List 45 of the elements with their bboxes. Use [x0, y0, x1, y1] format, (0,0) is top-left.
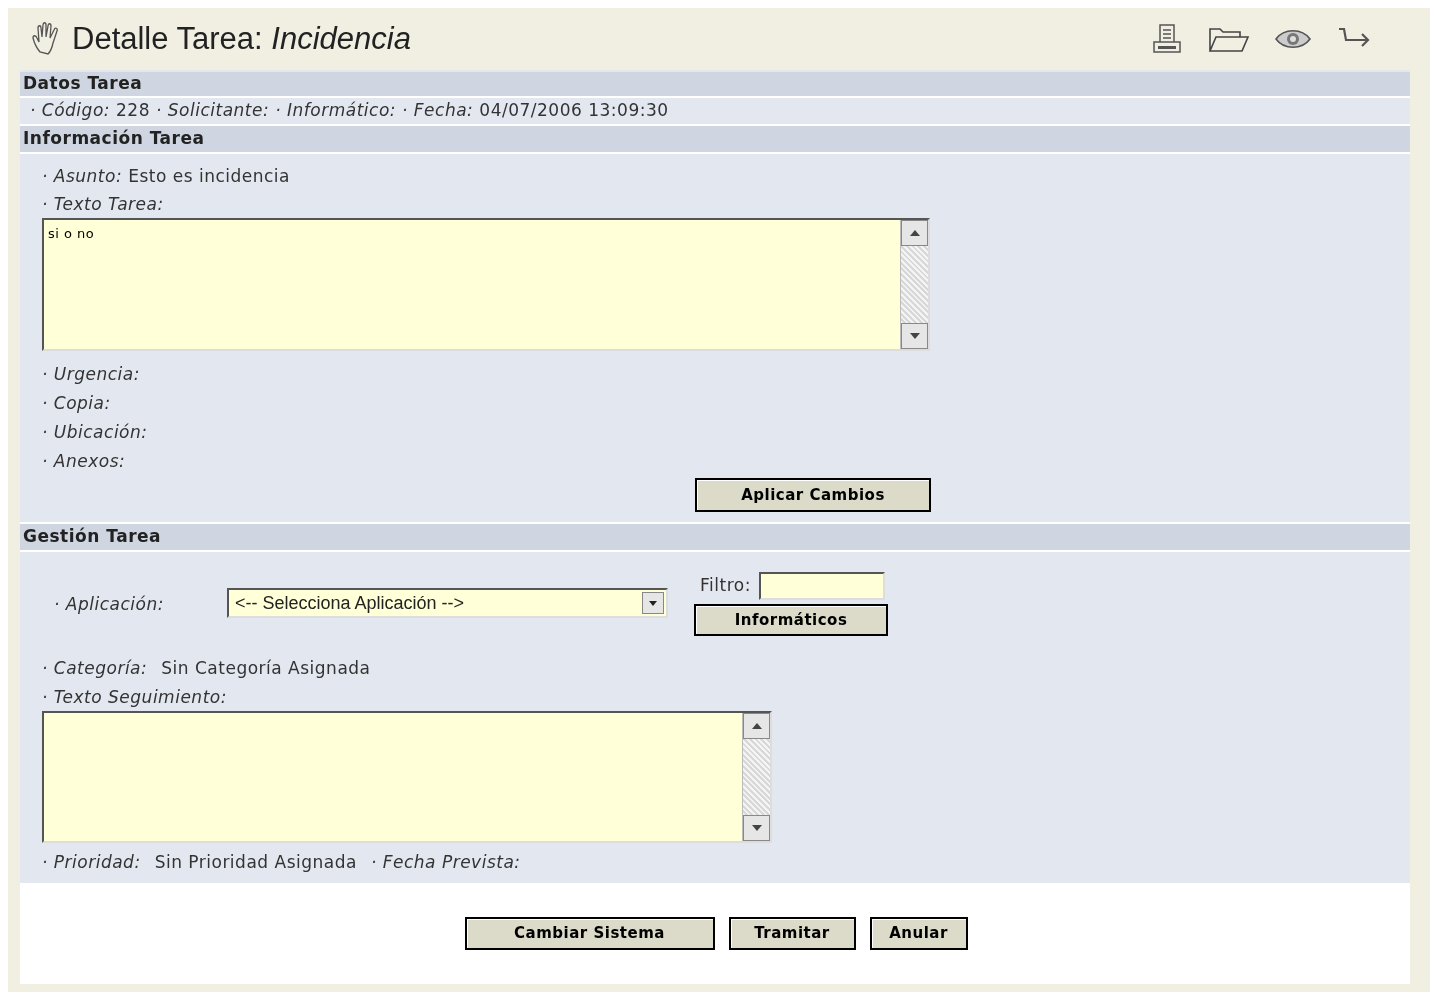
text-area[interactable]: si o no: [42, 218, 930, 351]
action-button[interactable]: Cambiar Sistema: [464, 917, 715, 950]
dropdown-icon[interactable]: [642, 592, 664, 614]
field-label: · Código:: [30, 99, 110, 123]
field-value: 228: [116, 99, 150, 123]
field-label: · Aplicación:: [54, 594, 164, 614]
scrollbar[interactable]: [900, 220, 928, 349]
eye-icon[interactable]: [1274, 27, 1312, 51]
filter-field[interactable]: [758, 572, 885, 600]
select-value: <-- Selecciona Aplicación -->: [234, 591, 466, 615]
follow-up-text-area[interactable]: [42, 711, 772, 844]
apply-changes-button[interactable]: Aplicar Cambios: [695, 478, 931, 512]
scroll-down-icon[interactable]: [743, 815, 770, 842]
page-title: Detalle Tarea: Incidencia: [72, 19, 411, 58]
action-button[interactable]: Anular: [869, 917, 968, 950]
field-label: · Solicitante:: [155, 99, 270, 123]
scroll-down-icon[interactable]: [901, 323, 928, 349]
section-header: Información Tarea: [20, 126, 1410, 152]
field-label: · Asunto:: [42, 165, 123, 189]
filter-label: Filtro:: [700, 574, 751, 598]
scroll-up-icon[interactable]: [901, 220, 928, 246]
field-label: · Prioridad:: [42, 851, 141, 875]
application-select[interactable]: <-- Selecciona Aplicación -->: [227, 588, 668, 618]
field-label: · Copia:: [42, 391, 111, 415]
field-label: · Categoría:: [42, 657, 148, 681]
field-label: · Anexos:: [42, 449, 126, 473]
field-value: Sin Prioridad Asignada: [154, 851, 357, 875]
field-label: · Urgencia:: [42, 362, 140, 386]
field-value: Esto es incidencia: [128, 165, 290, 189]
scrollbar[interactable]: [742, 713, 770, 842]
field-label: · Informático:: [275, 99, 396, 123]
field-label: · Fecha Prevista:: [370, 851, 521, 875]
field-label: · Texto Tarea:: [42, 193, 164, 217]
technicians-button[interactable]: Informáticos: [694, 604, 888, 636]
action-button[interactable]: Tramitar: [728, 917, 856, 950]
text-value: si o no: [48, 226, 95, 241]
field-label: · Ubicación:: [42, 420, 148, 444]
scroll-up-icon[interactable]: [743, 713, 770, 740]
section-header: Gestión Tarea: [20, 522, 1410, 550]
field-value: 04/07/2006 13:09:30: [479, 99, 669, 123]
field-label: · Texto Seguimiento:: [42, 685, 227, 709]
printer-icon[interactable]: [1150, 22, 1184, 56]
field-value: Sin Categoría Asignada: [161, 657, 371, 681]
section-header: Datos Tarea: [20, 70, 1410, 96]
field-label: · Fecha:: [402, 99, 474, 123]
